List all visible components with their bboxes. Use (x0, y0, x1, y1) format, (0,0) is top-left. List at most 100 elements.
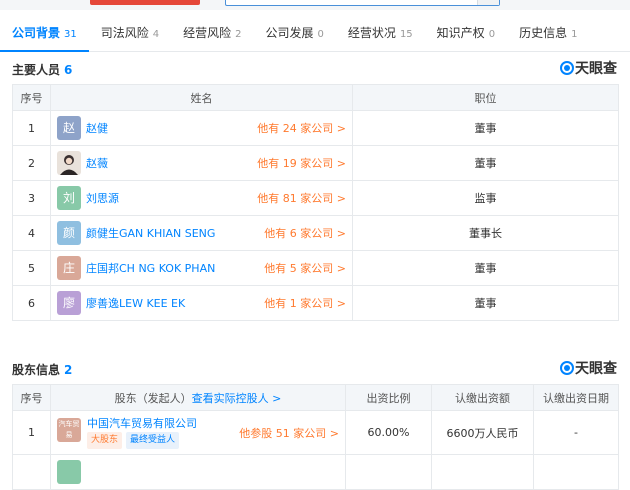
other-companies-link[interactable]: 他有 5 家公司 > (264, 260, 346, 276)
position-text: 董事 (352, 285, 619, 321)
other-companies-link[interactable]: 他有 6 家公司 > (264, 225, 346, 241)
promo-banner[interactable] (90, 0, 200, 5)
tab-operating-status[interactable]: 经营状况 15 (336, 14, 425, 52)
tab-label: 司法风险 (100, 26, 149, 40)
person-name-link[interactable]: 颜健生GAN KHIAN SENG (86, 227, 215, 240)
tab-count: 15 (399, 29, 413, 40)
top-bar (0, 0, 630, 10)
table-header-row: 序号 姓名 职位 (12, 84, 619, 111)
table-row: 6 廖廖善逸LEW KEE EK 他有 1 家公司 > 董事 (12, 285, 619, 321)
tab-label: 经营状况 (347, 26, 396, 40)
tab-label: 历史信息 (519, 26, 568, 40)
header-holder-text: 股东（发起人） (114, 391, 192, 405)
row-index: 1 (12, 110, 51, 146)
tab-count: 31 (64, 29, 77, 40)
table-row: 4 颜颜健生GAN KHIAN SENG 他有 6 家公司 > 董事长 (12, 215, 619, 251)
name-cell: 颜颜健生GAN KHIAN SENG 他有 6 家公司 > (50, 215, 353, 251)
avatar[interactable] (57, 151, 81, 175)
position-text: 董事 (352, 110, 619, 146)
tianyancha-logo: 天眼查 (560, 358, 617, 378)
tab-count: 0 (317, 29, 324, 40)
header-position: 职位 (352, 84, 619, 111)
table-header-row: 序号 股东（发起人）查看实际控股人 > 出资比例 认缴出资额 认缴出资日期 (12, 384, 619, 411)
table-row: 1 赵赵健 他有 24 家公司 > 董事 (12, 110, 619, 146)
table-row: 1 汽车贸易 中国汽车贸易有限公司 大股东 最终受益人 他参股 51 家公司 > … (12, 410, 619, 455)
table-row (12, 454, 619, 490)
avatar[interactable]: 颜 (57, 221, 81, 245)
section-title-text: 主要人员 (12, 63, 61, 77)
tab-label: 公司背景 (12, 26, 61, 40)
tab-label: 经营风险 (183, 26, 232, 40)
tab-count: 0 (488, 29, 496, 40)
tab-history[interactable]: 历史信息 1 (507, 14, 589, 52)
position-text: 董事长 (352, 215, 619, 251)
date-text (533, 454, 619, 490)
date-text: - (533, 410, 619, 455)
other-companies-link[interactable]: 他有 81 家公司 > (257, 190, 346, 206)
section-count: 6 (64, 63, 73, 77)
name-cell: 赵薇 他有 19 家公司 > (50, 145, 353, 181)
row-index: 2 (12, 145, 51, 181)
amount-text (431, 454, 534, 490)
header-date: 认缴出资日期 (533, 384, 619, 411)
table-row: 2 赵薇 他有 19 家公司 > 董事 (12, 145, 619, 181)
person-name-link[interactable]: 赵健 (86, 122, 108, 135)
search-input[interactable] (225, 0, 500, 6)
person-photo-icon (60, 155, 78, 175)
avatar[interactable]: 刘 (57, 186, 81, 210)
header-amount: 认缴出资额 (431, 384, 534, 411)
avatar[interactable]: 庄 (57, 256, 81, 280)
eye-logo-icon (560, 61, 574, 75)
tab-judicial-risk[interactable]: 司法风险 4 (89, 14, 171, 52)
other-companies-link[interactable]: 他有 24 家公司 > (257, 120, 346, 136)
ratio-text: 60.00% (345, 410, 432, 455)
brand-text: 天眼查 (575, 361, 617, 377)
personnel-table: 序号 姓名 职位 1 赵赵健 他有 24 家公司 > 董事 2 赵薇 他有 19… (12, 84, 619, 321)
tab-bar: 公司背景 31 司法风险 4 经营风险 2 公司发展 0 经营状况 15 知识产权 0 历史… (0, 14, 630, 52)
company-logo[interactable] (57, 460, 81, 484)
company-logo[interactable]: 汽车贸易 (57, 418, 81, 442)
position-text: 董事 (352, 250, 619, 286)
header-holder: 股东（发起人）查看实际控股人 > (50, 384, 346, 411)
shareholders-table: 序号 股东（发起人）查看实际控股人 > 出资比例 认缴出资额 认缴出资日期 1 … (12, 384, 619, 490)
shareholders-section-title: 股东信息 2 (12, 361, 72, 378)
name-cell: 廖廖善逸LEW KEE EK 他有 1 家公司 > (50, 285, 353, 321)
row-index: 6 (12, 285, 51, 321)
tab-intellectual-property[interactable]: 知识产权 0 (425, 14, 507, 52)
row-index: 5 (12, 250, 51, 286)
tab-count: 4 (152, 29, 160, 40)
tab-company-development[interactable]: 公司发展 0 (254, 14, 336, 52)
brand-text: 天眼查 (575, 61, 617, 77)
header-index: 序号 (12, 384, 51, 411)
person-name-link[interactable]: 庄国邦CH NG KOK PHAN (86, 262, 215, 275)
row-index: 4 (12, 215, 51, 251)
person-name-link[interactable]: 廖善逸LEW KEE EK (86, 297, 185, 310)
avatar[interactable]: 廖 (57, 291, 81, 315)
tab-business-risk[interactable]: 经营风险 2 (171, 14, 253, 52)
major-shareholder-tag: 大股东 (87, 432, 123, 449)
ultimate-beneficiary-tag: 最终受益人 (126, 432, 180, 449)
other-companies-link[interactable]: 他有 1 家公司 > (264, 295, 346, 311)
avatar[interactable]: 赵 (57, 116, 81, 140)
header-name: 姓名 (50, 84, 353, 111)
section-title-text: 股东信息 (12, 363, 61, 377)
holdings-link[interactable]: 他参股 51 家公司 > (239, 425, 339, 441)
row-index (12, 454, 51, 490)
ratio-text (345, 454, 432, 490)
header-ratio: 出资比例 (345, 384, 432, 411)
tab-count: 2 (235, 29, 242, 40)
eye-logo-icon (560, 361, 574, 375)
tianyancha-logo: 天眼查 (560, 58, 617, 78)
person-name-link[interactable]: 刘思源 (86, 192, 119, 205)
tab-count: 1 (571, 29, 578, 40)
row-index: 1 (12, 410, 51, 455)
person-name-link[interactable]: 赵薇 (86, 157, 108, 170)
row-index: 3 (12, 180, 51, 216)
holder-cell: 汽车贸易 中国汽车贸易有限公司 大股东 最终受益人 他参股 51 家公司 > (50, 410, 346, 455)
search-button[interactable] (477, 0, 499, 5)
view-actual-controller-link[interactable]: 查看实际控股人 > (192, 392, 282, 405)
table-row: 3 刘刘思源 他有 81 家公司 > 监事 (12, 180, 619, 216)
other-companies-link[interactable]: 他有 19 家公司 > (257, 155, 346, 171)
tab-company-background[interactable]: 公司背景 31 (0, 14, 89, 52)
tab-label: 公司发展 (265, 26, 314, 40)
